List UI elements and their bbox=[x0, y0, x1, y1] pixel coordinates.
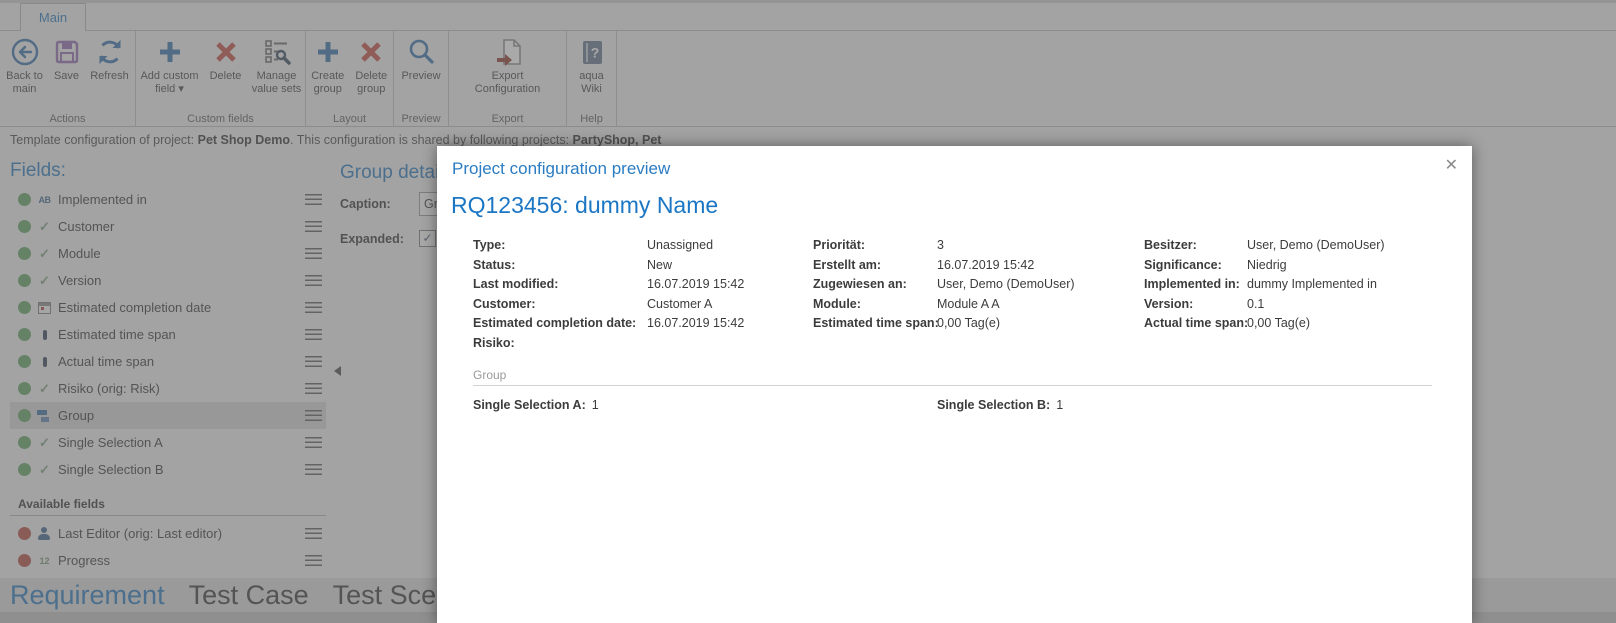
close-icon[interactable]: ✕ bbox=[1445, 155, 1458, 175]
divider bbox=[473, 385, 1432, 386]
preview-field-column-2: Priorität: 3 Erstellt am: 16.07.2019 15:42… bbox=[813, 238, 1075, 330]
preview-field-column-1: Type: Unassigned Status: New Last modified… bbox=[473, 238, 745, 350]
project-configuration-preview-dialog: Project configuration preview ✕ RQ123456… bbox=[437, 146, 1472, 623]
group-section-heading: Group bbox=[473, 368, 507, 382]
single-selection-a-field: Single Selection A: 1 bbox=[473, 398, 599, 412]
dialog-title: Project configuration preview bbox=[452, 159, 671, 178]
requirement-title: RQ123456: dummy Name bbox=[451, 192, 719, 218]
app-window: Main Back tomain Save bbox=[0, 0, 1616, 623]
preview-field-column-3: Besitzer: User, Demo (DemoUser) Significa… bbox=[1144, 238, 1385, 330]
single-selection-b-field: Single Selection B: 1 bbox=[937, 398, 1064, 412]
